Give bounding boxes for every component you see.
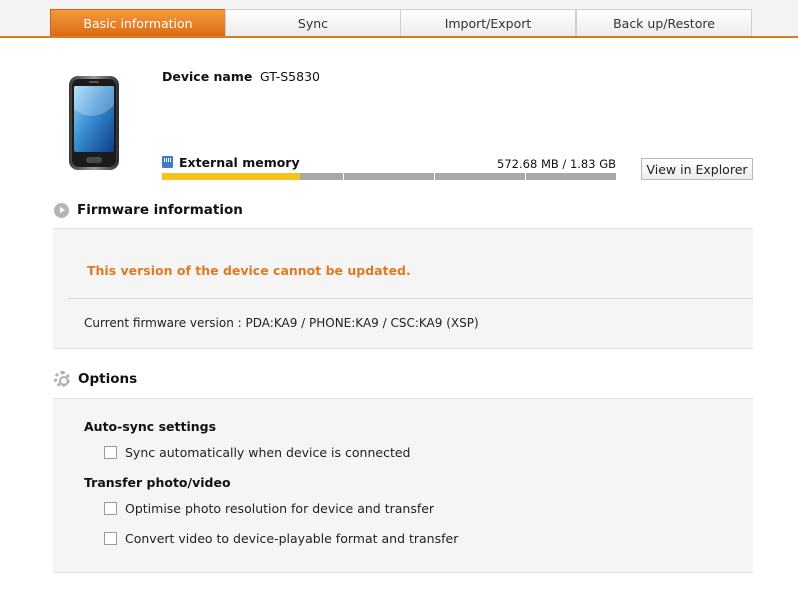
external-memory-label: External memory (179, 155, 300, 170)
tab-sync[interactable]: Sync (225, 9, 401, 36)
optimise-photo-checkbox-row[interactable]: Optimise photo resolution for device and… (104, 501, 434, 516)
view-in-explorer-button[interactable]: View in Explorer (641, 158, 753, 180)
tab-basic-information[interactable]: Basic information (50, 9, 226, 36)
convert-video-label: Convert video to device-playable format … (125, 531, 459, 546)
memory-usage-fill (162, 173, 301, 180)
firmware-panel (53, 228, 753, 349)
firmware-warning-text: This version of the device cannot be upd… (87, 263, 411, 278)
device-phone-icon (69, 76, 119, 170)
device-name-separator: : (239, 71, 243, 84)
external-memory-usage: 572.68 MB / 1.83 GB (497, 157, 616, 171)
sd-card-icon (162, 156, 173, 168)
auto-sync-label: Sync automatically when device is connec… (125, 445, 411, 460)
memory-usage-bar (162, 173, 616, 180)
tab-import-export[interactable]: Import/Export (400, 9, 576, 36)
options-section-header: Options (54, 371, 137, 387)
memory-bar-segment (435, 173, 526, 180)
current-firmware-version: Current firmware version : PDA:KA9 / PHO… (84, 316, 479, 330)
firmware-section-header: Firmware information (54, 202, 243, 218)
tab-backup-restore[interactable]: Back up/Restore (576, 9, 752, 36)
gear-icon (54, 371, 70, 387)
firmware-section-title: Firmware information (77, 202, 243, 218)
device-name-value: GT-S5830 (260, 69, 320, 84)
auto-sync-checkbox[interactable] (104, 446, 117, 459)
optimise-photo-checkbox[interactable] (104, 502, 117, 515)
convert-video-checkbox-row[interactable]: Convert video to device-playable format … (104, 531, 458, 546)
auto-sync-heading: Auto-sync settings (84, 419, 217, 434)
auto-sync-checkbox-row[interactable]: Sync automatically when device is connec… (104, 445, 410, 460)
convert-video-checkbox[interactable] (104, 532, 117, 545)
memory-bar-segment (526, 173, 616, 180)
play-circle-icon (54, 202, 69, 218)
firmware-divider (68, 298, 753, 299)
options-section-title: Options (78, 371, 138, 387)
memory-bar-segment (344, 173, 435, 180)
transfer-heading: Transfer photo/video (84, 475, 231, 490)
optimise-photo-label: Optimise photo resolution for device and… (125, 501, 435, 516)
tab-bar: Basic information Sync Import/Export Bac… (0, 0, 798, 38)
